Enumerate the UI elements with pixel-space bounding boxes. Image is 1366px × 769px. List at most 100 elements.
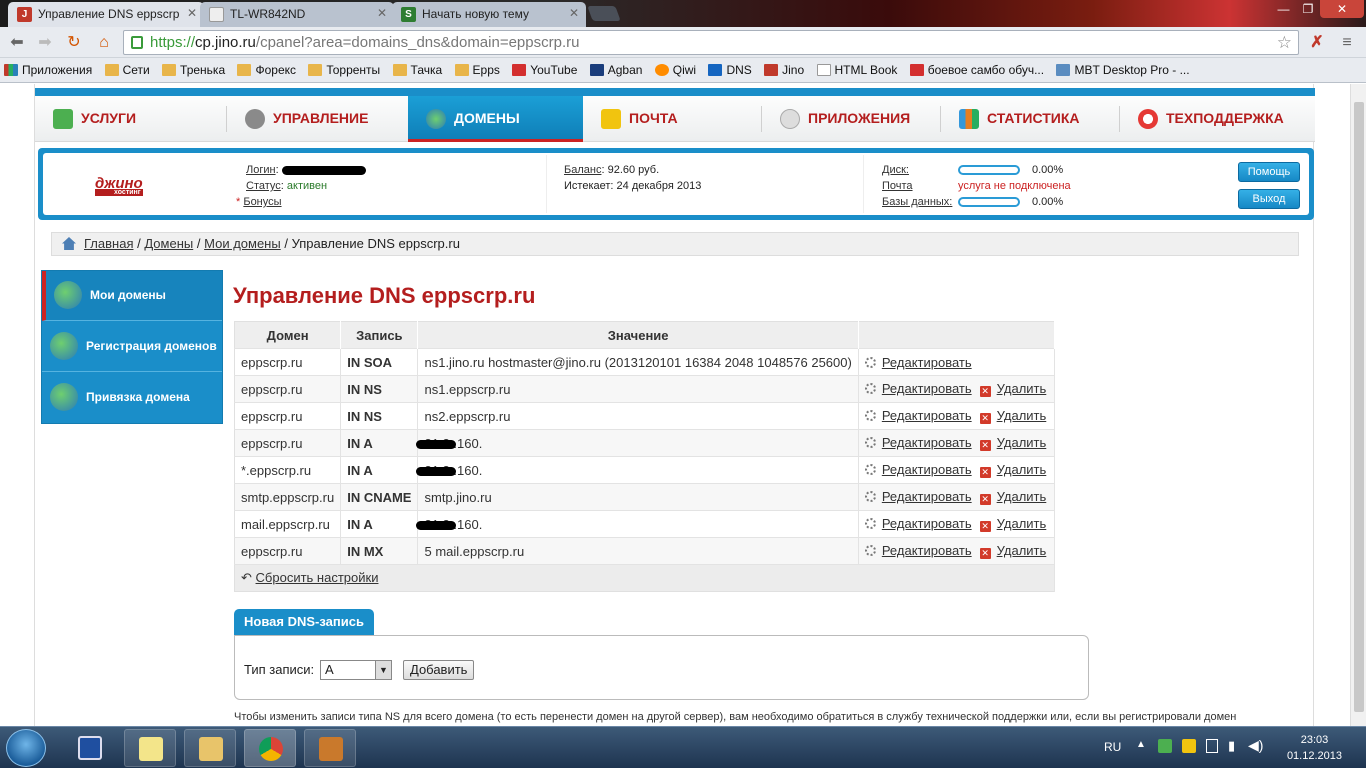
edit-link[interactable]: Редактировать — [882, 381, 972, 396]
bookmark-agban[interactable]: Agban — [586, 58, 648, 82]
tab-router[interactable]: TL-WR842ND ✕ — [200, 2, 394, 27]
tray-app-icon[interactable] — [1182, 739, 1196, 753]
new-tab-button[interactable] — [587, 6, 621, 21]
reset-link[interactable]: Сбросить настройки — [256, 570, 379, 585]
sidebar-item-attach-domain[interactable]: Привязка домена — [42, 373, 222, 423]
sidebar-item-my-domains[interactable]: Мои домены — [42, 271, 222, 321]
edit-link[interactable]: Редактировать — [882, 355, 972, 370]
bookmark-folder[interactable]: Epps — [451, 58, 505, 82]
bookmark-folder[interactable]: Сети — [101, 58, 155, 82]
bookmark-htmlbook[interactable]: HTML Book — [813, 58, 903, 82]
close-tab-icon[interactable]: ✕ — [187, 6, 197, 20]
close-tab-icon[interactable]: ✕ — [569, 6, 579, 20]
scrollbar-thumb[interactable] — [1354, 102, 1364, 712]
bookmark-apps[interactable]: Приложения — [0, 58, 97, 82]
agban-icon — [589, 64, 604, 76]
delete-link[interactable]: Удалить — [997, 543, 1047, 558]
help-button[interactable]: Помощь — [1238, 162, 1300, 182]
bookmark-folder[interactable]: Тачка — [389, 58, 448, 82]
taskbar-remote-app[interactable] — [304, 729, 356, 767]
reload-icon[interactable]: ↻ — [63, 32, 85, 54]
language-indicator[interactable]: RU — [1104, 740, 1121, 754]
login-link[interactable]: Логин — [246, 164, 276, 176]
status-link[interactable]: Статус — [246, 180, 281, 192]
table-header-row: Домен Запись Значение — [234, 321, 1055, 349]
flag-icon[interactable] — [1206, 739, 1218, 753]
mail-link[interactable]: Почта — [882, 180, 913, 192]
bookmark-mbt[interactable]: MBT Desktop Pro - ... — [1052, 58, 1194, 82]
menu-domains[interactable]: Домены — [408, 96, 583, 142]
bookmark-folder[interactable]: Торренты — [304, 58, 385, 82]
logout-button[interactable]: Выход — [1238, 189, 1300, 209]
back-icon[interactable]: ⬅ — [6, 32, 28, 54]
cell-value: 31.2 .160. — [415, 429, 859, 457]
menu-stats[interactable]: Статистика — [941, 96, 1119, 142]
restore-icon[interactable]: ❐ — [1296, 0, 1320, 18]
taskbar-sticky-notes[interactable] — [124, 729, 176, 767]
bookmark-folder[interactable]: Форекс — [233, 58, 301, 82]
extension-icon[interactable]: ✗ — [1306, 32, 1328, 54]
delete-link[interactable]: Удалить — [997, 381, 1047, 396]
bonus-link[interactable]: Бонусы — [243, 196, 281, 208]
tray-app-icon[interactable] — [1158, 739, 1172, 753]
disk-link[interactable]: Диск: — [882, 164, 909, 176]
taskbar-chrome[interactable] — [244, 729, 296, 767]
tray-expand-icon[interactable]: ▲ — [1136, 739, 1146, 750]
network-icon[interactable]: ▮ — [1228, 738, 1235, 754]
db-link[interactable]: Базы данных: — [882, 196, 952, 208]
taskbar-explorer[interactable] — [184, 729, 236, 767]
start-button[interactable] — [6, 729, 46, 767]
menu-services[interactable]: Услуги — [35, 96, 225, 142]
edit-link[interactable]: Редактировать — [882, 516, 972, 531]
edit-link[interactable]: Редактировать — [882, 489, 972, 504]
home-icon[interactable] — [62, 237, 76, 250]
delete-link[interactable]: Удалить — [997, 462, 1047, 477]
address-bar[interactable]: https://cp.jino.ru/cpanel?area=domains_d… — [123, 30, 1299, 55]
home-icon[interactable]: ⌂ — [93, 32, 115, 54]
quota-labels: Диск: Почта Базы данных: — [882, 162, 960, 210]
edit-link[interactable]: Редактировать — [882, 435, 972, 450]
clock[interactable]: 23:03 01.12.2013 — [1287, 732, 1342, 764]
window-close-icon[interactable]: ✕ — [1320, 0, 1364, 18]
dns-records-table: Домен Запись Значение eppscrp.ru IN SOA … — [234, 321, 1055, 592]
add-button[interactable]: Добавить — [403, 660, 475, 680]
close-tab-icon[interactable]: ✕ — [377, 6, 387, 20]
bookmark-dns[interactable]: DNS — [704, 58, 756, 82]
balance-link[interactable]: Баланс — [564, 164, 601, 176]
delete-link[interactable]: Удалить — [997, 516, 1047, 531]
breadcrumb-domains[interactable]: Домены — [144, 236, 193, 251]
sidebar-item-register-domains[interactable]: Регистрация доменов — [42, 322, 222, 372]
record-type-select[interactable]: A ▼ — [320, 660, 392, 680]
menu-mail[interactable]: Почта — [583, 96, 761, 142]
edit-link[interactable]: Редактировать — [882, 543, 972, 558]
forward-icon[interactable]: ➡ — [34, 32, 56, 54]
delete-link[interactable]: Удалить — [997, 408, 1047, 423]
bookmark-folder[interactable]: Тренька — [158, 58, 230, 82]
bookmark-youtube[interactable]: YouTube — [508, 58, 582, 82]
column-header-record: Запись — [340, 321, 419, 349]
bookmark-jino[interactable]: Jino — [760, 58, 809, 82]
minimize-icon[interactable]: — — [1271, 0, 1296, 18]
puzzle-icon — [53, 109, 73, 129]
menu-support[interactable]: Техподдержка — [1120, 96, 1310, 142]
delete-link[interactable]: Удалить — [997, 489, 1047, 504]
cell-record-type: IN NS — [340, 402, 419, 430]
menu-icon[interactable]: ≡ — [1336, 32, 1358, 54]
page-icon — [209, 7, 224, 22]
menu-management[interactable]: Управление — [227, 96, 405, 142]
tab-new-topic[interactable]: S Начать новую тему ✕ — [392, 2, 586, 27]
delete-link[interactable]: Удалить — [997, 435, 1047, 450]
star-icon[interactable]: ☆ — [1277, 31, 1292, 54]
page-scrollbar[interactable] — [1350, 84, 1366, 726]
bookmark-qiwi[interactable]: Qiwi — [651, 58, 701, 82]
breadcrumb-home[interactable]: Главная — [84, 236, 133, 251]
menu-apps[interactable]: Приложения — [762, 96, 940, 142]
taskbar-save-app[interactable] — [64, 729, 116, 767]
edit-link[interactable]: Редактировать — [882, 408, 972, 423]
jino-logo[interactable]: джино хостинг — [95, 175, 143, 196]
volume-icon[interactable]: ◀) — [1248, 737, 1263, 754]
breadcrumb-my-domains[interactable]: Мои домены — [204, 236, 281, 251]
tab-dns-management[interactable]: J Управление DNS eppscrp ✕ — [8, 2, 204, 27]
edit-link[interactable]: Редактировать — [882, 462, 972, 477]
bookmark-sambo[interactable]: боевое самбо обуч... — [906, 58, 1049, 82]
